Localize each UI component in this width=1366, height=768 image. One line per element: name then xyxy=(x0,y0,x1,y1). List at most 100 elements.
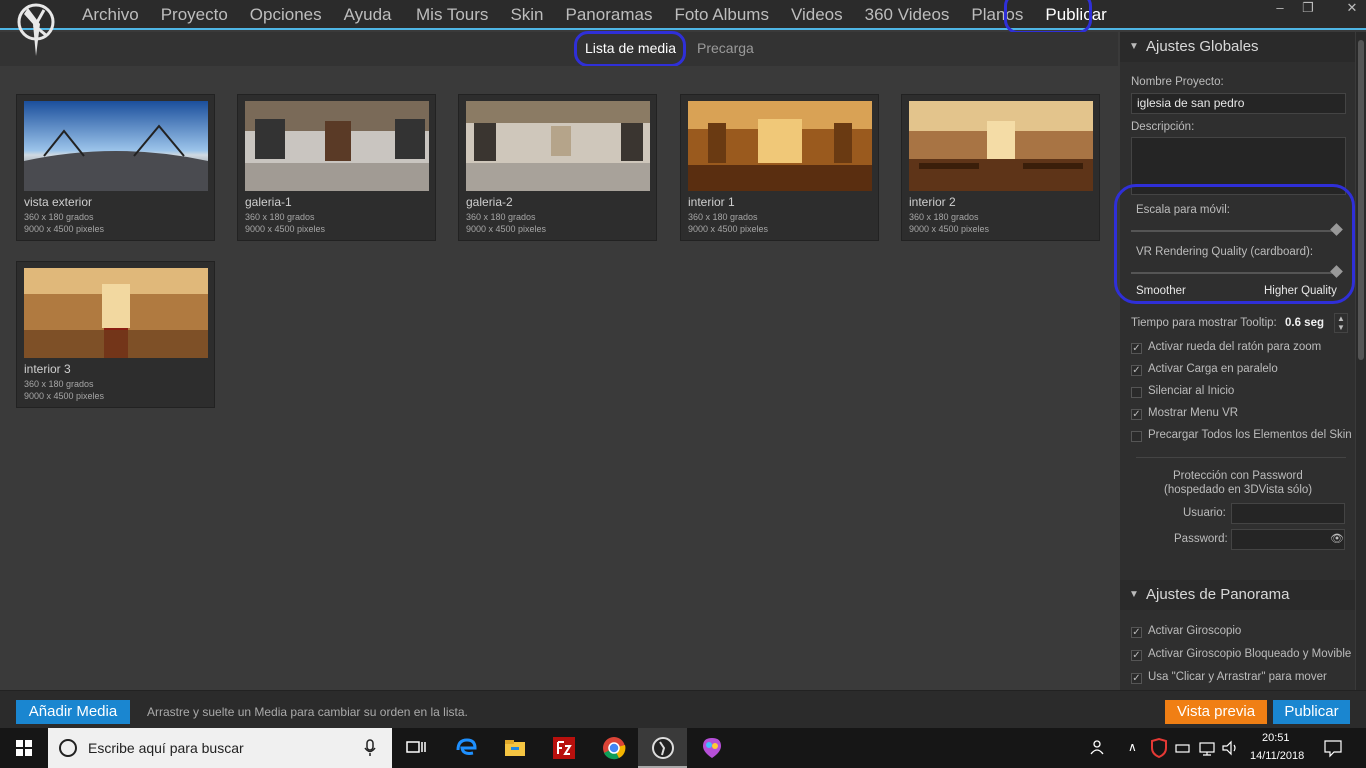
mobile-scale-label: Escala para móvil: xyxy=(1136,204,1230,216)
media-dims: 360 x 180 grados xyxy=(909,212,979,222)
media-card[interactable]: galeria-1 360 x 180 grados 9000 x 4500 p… xyxy=(237,94,436,241)
search-placeholder: Escribe aquí para buscar xyxy=(88,740,244,756)
password-section-subtitle: (hospedado en 3DVista sólo) xyxy=(1164,484,1313,496)
file-explorer-icon[interactable] xyxy=(503,736,527,760)
section-menu: Mis Tours Skin Panoramas Foto Albums Vid… xyxy=(405,0,1118,30)
media-dims: 360 x 180 grados xyxy=(688,212,758,222)
media-name: interior 3 xyxy=(24,362,71,376)
clock-date[interactable]: 14/11/2018 xyxy=(1250,750,1304,768)
slider-handle[interactable] xyxy=(1330,265,1343,278)
checkbox-label: Precargar Todos los Elementos del Skin xyxy=(1148,429,1352,441)
tab-publicar[interactable]: Publicar xyxy=(1034,5,1117,25)
notifications-icon[interactable] xyxy=(1322,736,1344,760)
panel-scrollbar[interactable] xyxy=(1356,32,1366,690)
menu-proyecto[interactable]: Proyecto xyxy=(150,5,239,25)
network-icon[interactable] xyxy=(1197,736,1217,760)
media-card[interactable]: vista exterior 360 x 180 grados 9000 x 4… xyxy=(16,94,215,241)
bottom-bar: Añadir Media Arrastre y suelte un Media … xyxy=(0,690,1366,728)
checkbox-gyroscope-locked[interactable]: ✓ xyxy=(1131,650,1142,661)
tray-expand-chevron-icon[interactable]: ∧ xyxy=(1128,740,1137,768)
3dvista-app-icon[interactable] xyxy=(651,736,675,760)
close-button[interactable]: ✕ xyxy=(1338,0,1366,18)
password-input[interactable] xyxy=(1231,529,1345,550)
antivirus-shield-icon[interactable] xyxy=(1150,736,1168,760)
checkbox-label: Activar rueda del ratón para zoom xyxy=(1148,341,1322,353)
checkbox-label: Activar Giroscopio xyxy=(1148,625,1242,637)
checkbox-click-drag[interactable]: ✓ xyxy=(1131,673,1142,684)
media-name: galeria-2 xyxy=(466,195,513,209)
description-textarea[interactable] xyxy=(1131,137,1346,195)
media-name: vista exterior xyxy=(24,195,93,209)
media-card[interactable]: interior 2 360 x 180 grados 9000 x 4500 … xyxy=(901,94,1100,241)
checkbox-label: Mostrar Menu VR xyxy=(1148,407,1239,419)
chrome-icon[interactable] xyxy=(602,736,626,760)
minimize-button[interactable]: – xyxy=(1266,0,1294,18)
media-pixels: 9000 x 4500 pixeles xyxy=(24,224,105,234)
tooltip-stepper-icon[interactable]: ▲ ▼ xyxy=(1334,313,1348,333)
sub-tabs: Lista de media Precarga xyxy=(0,32,1118,66)
microphone-icon[interactable] xyxy=(364,739,376,757)
scrollbar-thumb[interactable] xyxy=(1358,40,1364,360)
tab-planos[interactable]: Planos xyxy=(960,5,1034,25)
section-title: Ajustes Globales xyxy=(1146,38,1259,55)
media-grid: vista exterior 360 x 180 grados 9000 x 4… xyxy=(0,66,1118,690)
higher-quality-label: Higher Quality xyxy=(1264,285,1337,297)
mobile-scale-slider[interactable] xyxy=(1131,223,1343,236)
tab-lista-de-media[interactable]: Lista de media xyxy=(585,40,676,56)
password-label: Password: xyxy=(1174,533,1228,545)
maximize-button[interactable]: ❐ xyxy=(1294,0,1322,18)
taskbar-search-box[interactable]: Escribe aquí para buscar xyxy=(48,728,392,768)
smoother-label: Smoother xyxy=(1136,285,1186,297)
media-card[interactable]: interior 1 360 x 180 grados 9000 x 4500 … xyxy=(680,94,879,241)
tab-skin[interactable]: Skin xyxy=(499,5,554,25)
media-pixels: 9000 x 4500 pixeles xyxy=(688,224,769,234)
tooltip-time-value[interactable]: 0.6 seg xyxy=(1285,317,1324,329)
section-header-ajustes-panorama[interactable]: ▼ Ajustes de Panorama xyxy=(1120,580,1355,610)
media-name: interior 1 xyxy=(688,195,735,209)
checkbox-mouse-zoom[interactable]: ✓ xyxy=(1131,343,1142,354)
tab-panoramas[interactable]: Panoramas xyxy=(555,5,664,25)
tab-foto-albums[interactable]: Foto Albums xyxy=(663,5,780,25)
project-name-input[interactable]: iglesia de san pedro xyxy=(1131,93,1346,114)
media-pixels: 9000 x 4500 pixeles xyxy=(466,224,547,234)
vr-quality-slider[interactable] xyxy=(1131,265,1343,278)
preview-button[interactable]: Vista previa xyxy=(1165,700,1267,724)
section-header-ajustes-globales[interactable]: ▼ Ajustes Globales xyxy=(1120,32,1355,62)
checkbox-vr-menu[interactable]: ✓ xyxy=(1131,409,1142,420)
windows-taskbar: Escribe aquí para buscar ∧ 20:51 14/11/2… xyxy=(0,728,1366,768)
user-input[interactable] xyxy=(1231,503,1345,524)
media-card[interactable]: interior 3 360 x 180 grados 9000 x 4500 … xyxy=(16,261,215,408)
paint-app-icon[interactable] xyxy=(700,736,724,760)
volume-icon[interactable] xyxy=(1220,736,1240,760)
media-dims: 360 x 180 grados xyxy=(245,212,315,222)
cortana-icon xyxy=(59,739,77,757)
menu-archivo[interactable]: Archivo xyxy=(71,5,150,25)
task-view-icon[interactable] xyxy=(404,736,428,760)
tab-360-videos[interactable]: 360 Videos xyxy=(854,5,961,25)
add-media-button[interactable]: Añadir Media xyxy=(16,700,130,724)
divider xyxy=(1136,457,1346,458)
checkbox-preload-skin[interactable] xyxy=(1131,431,1142,442)
menu-opciones[interactable]: Opciones xyxy=(239,5,333,25)
people-icon[interactable] xyxy=(1089,736,1109,760)
media-card[interactable]: galeria-2 360 x 180 grados 9000 x 4500 p… xyxy=(458,94,657,241)
tab-mis-tours[interactable]: Mis Tours xyxy=(405,5,499,25)
checkbox-label: Activar Carga en paralelo xyxy=(1148,363,1278,375)
tab-videos[interactable]: Videos xyxy=(780,5,854,25)
show-password-eye-icon[interactable]: 👁 xyxy=(1330,532,1344,545)
checkbox-mute-start[interactable] xyxy=(1131,387,1142,398)
checkbox-parallel-load[interactable]: ✓ xyxy=(1131,365,1142,376)
panorama-thumbnail xyxy=(688,101,872,191)
media-name: interior 2 xyxy=(909,195,956,209)
windows-start-icon[interactable] xyxy=(0,728,48,768)
tab-precarga[interactable]: Precarga xyxy=(697,40,754,56)
media-dims: 360 x 180 grados xyxy=(24,379,94,389)
password-section-title: Protección con Password xyxy=(1173,470,1303,482)
battery-icon[interactable] xyxy=(1174,736,1192,760)
menu-ayuda[interactable]: Ayuda xyxy=(333,5,403,25)
filezilla-icon[interactable] xyxy=(552,736,576,760)
publish-button[interactable]: Publicar xyxy=(1273,700,1350,724)
edge-browser-icon[interactable] xyxy=(454,736,478,760)
slider-handle[interactable] xyxy=(1330,223,1343,236)
checkbox-gyroscope[interactable]: ✓ xyxy=(1131,627,1142,638)
